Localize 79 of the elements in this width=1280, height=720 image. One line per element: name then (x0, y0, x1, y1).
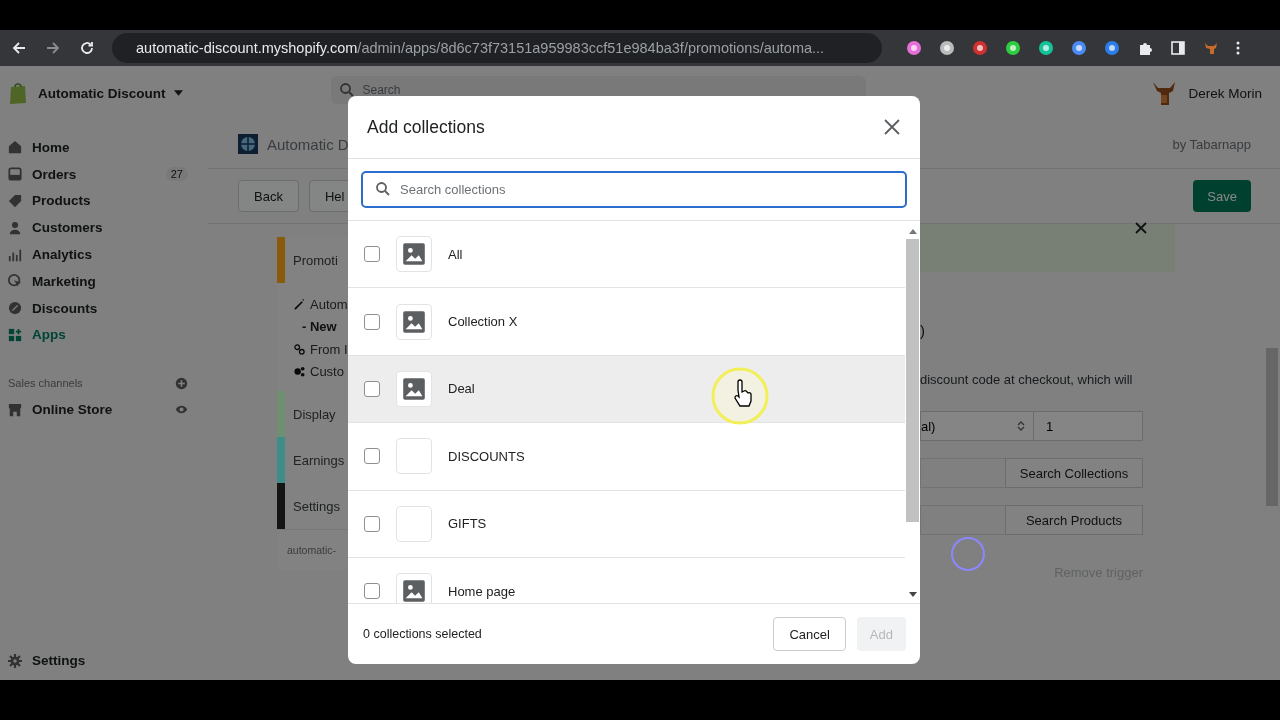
checkbox[interactable] (364, 448, 380, 465)
count-badge: 27 (165, 167, 188, 182)
discounts-icon (8, 301, 22, 316)
scroll-down-icon[interactable] (909, 592, 917, 597)
add-icon[interactable] (175, 376, 188, 390)
reload-icon[interactable] (79, 40, 95, 56)
sidebar-item[interactable]: Settings (0, 647, 208, 674)
more-icon[interactable] (1236, 40, 1240, 56)
sidebar-item[interactable]: Customers (0, 214, 208, 242)
link-icon (294, 343, 305, 355)
sidebar-item[interactable]: Online Store (0, 396, 208, 424)
products-icon (8, 194, 22, 208)
analytics-icon (8, 247, 22, 262)
sidebar-item[interactable]: Home (0, 134, 208, 161)
profile-icon[interactable] (1203, 40, 1219, 56)
dialog-title: Add collections (367, 116, 485, 138)
close-icon[interactable] (1135, 222, 1147, 234)
image-placeholder-icon (396, 370, 432, 407)
collection-row[interactable]: All (348, 221, 905, 289)
checkbox[interactable] (364, 380, 380, 397)
collection-row[interactable]: DISCOUNTS (348, 423, 905, 491)
image-placeholder-icon (396, 236, 432, 273)
forward-icon[interactable] (45, 40, 61, 56)
store-domain: automatic- (287, 544, 337, 556)
select-field[interactable]: al) (920, 411, 1033, 441)
search-products-button[interactable]: Search Products (1005, 505, 1143, 535)
search-field[interactable]: Search collections (361, 171, 907, 208)
sidebar-item[interactable]: Orders 27 (0, 160, 208, 188)
select-arrows-icon (1017, 420, 1025, 432)
checkbox[interactable] (364, 515, 380, 532)
collection-row[interactable]: Collection X (348, 288, 905, 356)
back-icon[interactable] (11, 40, 27, 56)
collection-row[interactable]: GIFTS (348, 490, 905, 558)
close-icon[interactable] (884, 119, 900, 135)
store-name[interactable]: Automatic Discount (38, 85, 166, 101)
search-icon (338, 82, 355, 98)
orders-icon (8, 167, 22, 182)
toolbar-button[interactable]: Back (238, 180, 299, 212)
sidebar-item[interactable]: Products (0, 187, 208, 215)
wand-icon (294, 298, 305, 310)
customers-icon (8, 220, 22, 235)
url-path: /admin/apps/8d6c73f73151a959983ccf51e984ba3f/promotions/automa... (357, 40, 825, 56)
app-byline: by Tabarnapp (1172, 136, 1251, 152)
checkbox[interactable] (364, 246, 380, 263)
save-button[interactable]: Save (1193, 180, 1251, 212)
checkbox[interactable] (364, 313, 380, 330)
scroll-up-icon[interactable] (909, 229, 917, 234)
selection-count: 0 collections selected (363, 627, 482, 641)
side-panel-icon[interactable] (1170, 40, 1186, 56)
section-heading: Sales channels (8, 377, 83, 390)
sidebar-item[interactable]: Discounts (0, 294, 208, 322)
apps-icon (8, 327, 22, 342)
app-logo-icon (238, 134, 258, 154)
settings-icon (8, 653, 22, 668)
sidebar-item[interactable]: Marketing (0, 268, 208, 295)
address-bar[interactable]: automatic-discount.myshopify.com/admin/apps/8d6c73f73151a959983ccf51e984ba3f/promotions/automa... (112, 33, 882, 63)
cancel-button[interactable]: Cancel (773, 617, 846, 651)
search-icon (375, 181, 391, 197)
click-ring-icon (950, 536, 986, 572)
image-placeholder-icon (396, 303, 432, 340)
home-icon (8, 140, 22, 155)
search-collections-button[interactable]: Search Collections (1005, 458, 1143, 488)
collection-row[interactable]: Deal (348, 355, 905, 424)
caret-icon[interactable] (173, 90, 183, 96)
checkbox[interactable] (364, 583, 380, 600)
description-text: discount code at checkout, which will (920, 372, 1134, 387)
sidebar-item[interactable]: Analytics (0, 241, 208, 268)
user-name[interactable]: Derek Morin (1188, 85, 1262, 101)
empty-thumbnail (396, 438, 432, 475)
gears-icon (294, 366, 305, 378)
app-title: Automatic D (267, 135, 349, 153)
sidebar-item[interactable]: Apps (0, 321, 208, 349)
marketing-icon (8, 274, 22, 289)
store-icon (8, 402, 22, 417)
quantity-field[interactable]: 1 (1033, 411, 1143, 441)
section-title: ) (920, 322, 925, 339)
puzzle-icon[interactable] (1137, 40, 1153, 56)
empty-thumbnail (396, 505, 432, 542)
url-host: automatic-discount.myshopify.com (136, 40, 358, 56)
